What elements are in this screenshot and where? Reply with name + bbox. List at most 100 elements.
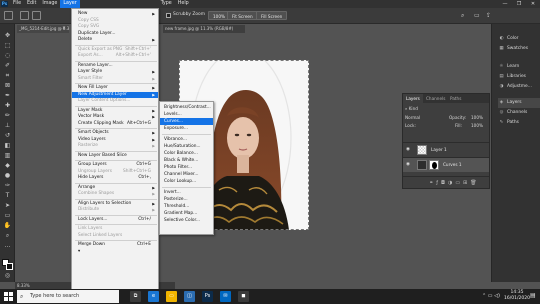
fit-screen-button[interactable]: Fit Screen <box>227 11 258 20</box>
app-icon[interactable]: ◼ <box>238 291 249 302</box>
menu-image[interactable]: Image <box>39 0 60 8</box>
adjustment-submenu-item[interactable]: Hue/Saturation... <box>160 143 213 150</box>
more-tools-icon[interactable]: … <box>3 242 12 250</box>
panel-adjustments[interactable]: ◑ Adjustme... <box>498 82 540 92</box>
layer-menu-item[interactable]: ▾ <box>72 249 158 256</box>
maximize-button[interactable]: ❐ <box>512 0 526 8</box>
visibility-eye-icon[interactable]: ◉ <box>406 162 411 167</box>
adjustment-submenu-item[interactable]: Brightness/Contrast... <box>160 104 213 111</box>
adjustment-submenu-item[interactable]: Levels... <box>160 111 213 118</box>
layer-menu-item[interactable]: Create Clipping Mask Alt+Ctrl+G <box>72 121 158 128</box>
tab-channels[interactable]: Channels <box>423 94 448 103</box>
panel-learn[interactable]: ☼ Learn <box>498 62 540 72</box>
path-select-tool-icon[interactable]: ➤ <box>3 202 12 210</box>
adjustment-submenu-item[interactable]: Invert... <box>160 189 213 196</box>
filter-kind[interactable]: Kind <box>409 106 418 111</box>
trash-icon[interactable]: 🗑 <box>470 180 479 186</box>
adjustment-submenu-item[interactable]: Curves... <box>160 118 213 125</box>
photoshop-logo-icon[interactable]: Ps <box>1 1 8 7</box>
blend-mode-select[interactable]: Normal <box>405 115 420 120</box>
workspace-icon[interactable]: ▭ <box>474 11 483 20</box>
add-mask-icon[interactable]: ◘ <box>441 180 448 186</box>
panel-libraries[interactable]: ▤ Libraries <box>498 72 540 82</box>
photoshop-icon[interactable]: Ps <box>202 291 213 302</box>
share-icon[interactable]: ⇪ <box>486 11 495 20</box>
layer-name[interactable]: Layer 1 <box>431 147 447 152</box>
crop-tool-icon[interactable]: ⌗ <box>3 72 12 80</box>
scrubby-zoom-checkbox[interactable] <box>166 13 171 18</box>
layer-filter-row[interactable]: ⌕ Kind <box>405 106 489 111</box>
layer-menu-item[interactable]: Hide Layers Ctrl+, <box>72 175 158 182</box>
rectangle-tool-icon[interactable]: ▭ <box>3 212 12 220</box>
frame-tool-icon[interactable]: ⊠ <box>3 82 12 90</box>
adjustment-submenu-item[interactable]: Channel Mixer... <box>160 171 213 178</box>
windows-start-icon[interactable] <box>4 292 13 301</box>
panel-paths[interactable]: ✎ Paths <box>498 118 540 128</box>
fill-screen-button[interactable]: Fill Screen <box>256 11 288 20</box>
zoom-in-icon[interactable] <box>20 11 29 20</box>
search-icon[interactable]: ⌕ <box>461 11 470 20</box>
zoom-tool-icon[interactable] <box>4 11 13 20</box>
visibility-eye-icon[interactable]: ◉ <box>406 147 411 152</box>
panel-channels[interactable]: ◎ Channels <box>498 108 540 118</box>
adjustment-submenu-item[interactable]: Black & White... <box>160 157 213 164</box>
tab-paths[interactable]: Paths <box>447 94 464 103</box>
pen-tool-icon[interactable]: ✑ <box>3 182 12 190</box>
move-tool-icon[interactable]: ✥ <box>3 32 12 40</box>
layer-row-curves-1[interactable]: ◉ Curves 1 <box>403 157 489 172</box>
adjustment-submenu-item[interactable]: Gradient Map... <box>160 210 213 217</box>
close-tab-icon[interactable]: × <box>60 25 68 33</box>
adjustment-submenu-item[interactable]: Posterize... <box>160 196 213 203</box>
layer-menu-item[interactable]: New Layer Based Slice <box>72 153 158 160</box>
clone-stamp-tool-icon[interactable]: ⊥ <box>3 122 12 130</box>
gradient-tool-icon[interactable]: ▥ <box>3 152 12 160</box>
edge-icon[interactable]: e <box>148 291 159 302</box>
taskbar-clock[interactable]: 14:35 16/01/2020 <box>504 290 530 302</box>
adjustment-submenu-item[interactable]: Color Balance... <box>160 150 213 157</box>
layer-menu-item[interactable]: Lock Layers... Ctrl+/ <box>72 217 158 224</box>
brush-tool-icon[interactable]: ✏ <box>3 112 12 120</box>
adjustment-submenu-item[interactable]: Exposure... <box>160 125 213 132</box>
layer-name[interactable]: Curves 1 <box>443 162 462 167</box>
type-tool-icon[interactable]: T <box>3 192 12 200</box>
healing-brush-tool-icon[interactable]: ✚ <box>3 102 12 110</box>
dodge-tool-icon[interactable]: ● <box>3 172 12 180</box>
zoom-out-icon[interactable] <box>32 11 41 20</box>
adjustment-submenu-item[interactable]: Threshold... <box>160 203 213 210</box>
store-icon[interactable]: ◫ <box>184 291 195 302</box>
panel-layers[interactable]: ◈ Layers <box>498 98 540 108</box>
hand-tool-icon[interactable]: ✋ <box>3 222 12 230</box>
marquee-tool-icon[interactable]: ⬚ <box>3 42 12 50</box>
minimize-button[interactable]: — <box>498 0 512 8</box>
eraser-tool-icon[interactable]: ◧ <box>3 142 12 150</box>
fill-value[interactable]: 100% <box>471 123 483 128</box>
layer-mask-thumbnail[interactable] <box>429 160 439 170</box>
menu-type[interactable]: Type <box>158 0 175 8</box>
eyedropper-tool-icon[interactable]: ✒ <box>3 92 12 100</box>
panel-swatches[interactable]: ▦ Swatches <box>498 44 540 54</box>
menu-layer[interactable]: Layer <box>60 0 80 8</box>
layer-menu-item[interactable]: Delete ▶ <box>72 37 158 44</box>
panel-color[interactable]: ◐ Color <box>498 34 540 44</box>
background-color-swatch[interactable] <box>6 263 13 270</box>
document-tab-2[interactable]: new frame.jpg @ 11.3% (RGB/8#) <box>163 25 245 33</box>
zoom-tool-icon-2[interactable]: ⌕ <box>3 232 12 240</box>
quick-mask-icon[interactable]: ◎ <box>3 272 12 280</box>
close-button[interactable]: ✕ <box>526 0 540 8</box>
menu-edit[interactable]: Edit <box>24 0 39 8</box>
mail-icon[interactable]: ✉ <box>220 291 231 302</box>
lasso-tool-icon[interactable]: ◌ <box>3 52 12 60</box>
tab-layers[interactable]: Layers <box>403 94 423 103</box>
adjustment-submenu-item[interactable]: Photo Filter... <box>160 164 213 171</box>
menu-help[interactable]: Help <box>175 0 192 8</box>
layer-row-layer-1[interactable]: ◉ Layer 1 <box>403 142 489 157</box>
menu-file[interactable]: File <box>10 0 24 8</box>
notifications-icon[interactable]: ▤ <box>530 293 536 299</box>
adjustment-submenu-item[interactable]: Selective Color... <box>160 217 213 224</box>
explorer-icon[interactable]: ▭ <box>166 291 177 302</box>
adjustment-submenu-item[interactable]: Color Lookup... <box>160 178 213 185</box>
opacity-value[interactable]: 100% <box>471 115 483 120</box>
group-icon[interactable]: ▭ <box>455 180 463 186</box>
taskbar-search-input[interactable]: ⌕ Type here to search <box>17 290 119 303</box>
history-brush-tool-icon[interactable]: ↺ <box>3 132 12 140</box>
